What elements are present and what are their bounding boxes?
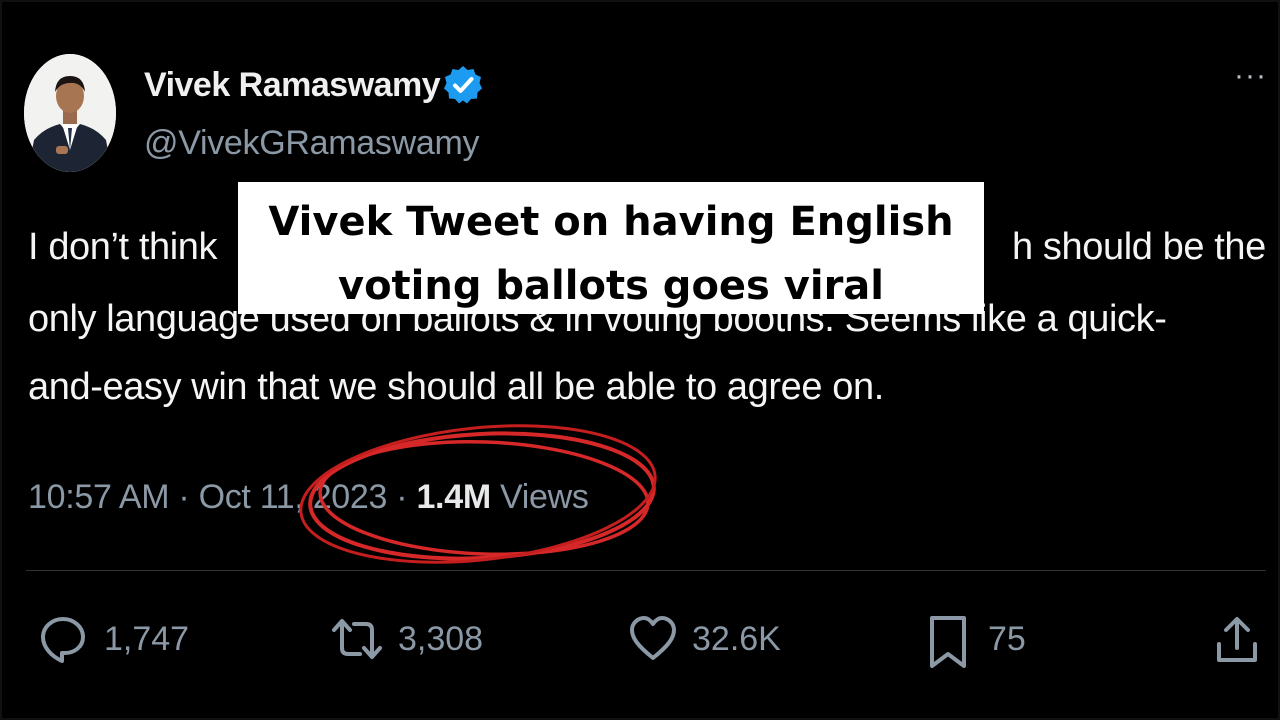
tweet-text-line-1-end: h should be the <box>1012 226 1266 268</box>
more-options-icon[interactable]: ··· <box>1234 61 1267 91</box>
person-photo-icon <box>24 54 116 172</box>
headline-line-1: Vivek Tweet on having English <box>268 199 954 245</box>
like-count: 32.6K <box>692 620 781 658</box>
retweet-icon <box>332 619 382 659</box>
reply-count: 1,747 <box>104 620 190 658</box>
avatar[interactable] <box>24 54 116 172</box>
headline-overlay: Vivek Tweet on having English voting bal… <box>238 182 984 314</box>
headline-line-2: voting ballots goes viral <box>338 263 884 309</box>
tweet-text-line-1-start: I don’t think <box>28 226 218 268</box>
divider <box>26 570 1266 571</box>
heart-icon <box>630 616 676 660</box>
red-circle-annotation <box>299 424 657 564</box>
author-handle[interactable]: @VivekGRamaswamy <box>144 124 479 163</box>
reply-icon <box>41 617 85 663</box>
tweet-card: Vivek Ramaswamy @VivekGRamaswamy ··· I d… <box>0 0 1280 720</box>
author-name[interactable]: Vivek Ramaswamy <box>144 66 441 105</box>
tweet-text-line-3: and-easy win that we should all be able … <box>28 366 884 408</box>
bookmark-icon <box>930 616 966 668</box>
verified-badge-icon <box>444 66 482 104</box>
bookmark-count: 75 <box>988 620 1026 658</box>
retweet-count: 3,308 <box>398 620 484 658</box>
share-icon <box>1217 617 1257 662</box>
